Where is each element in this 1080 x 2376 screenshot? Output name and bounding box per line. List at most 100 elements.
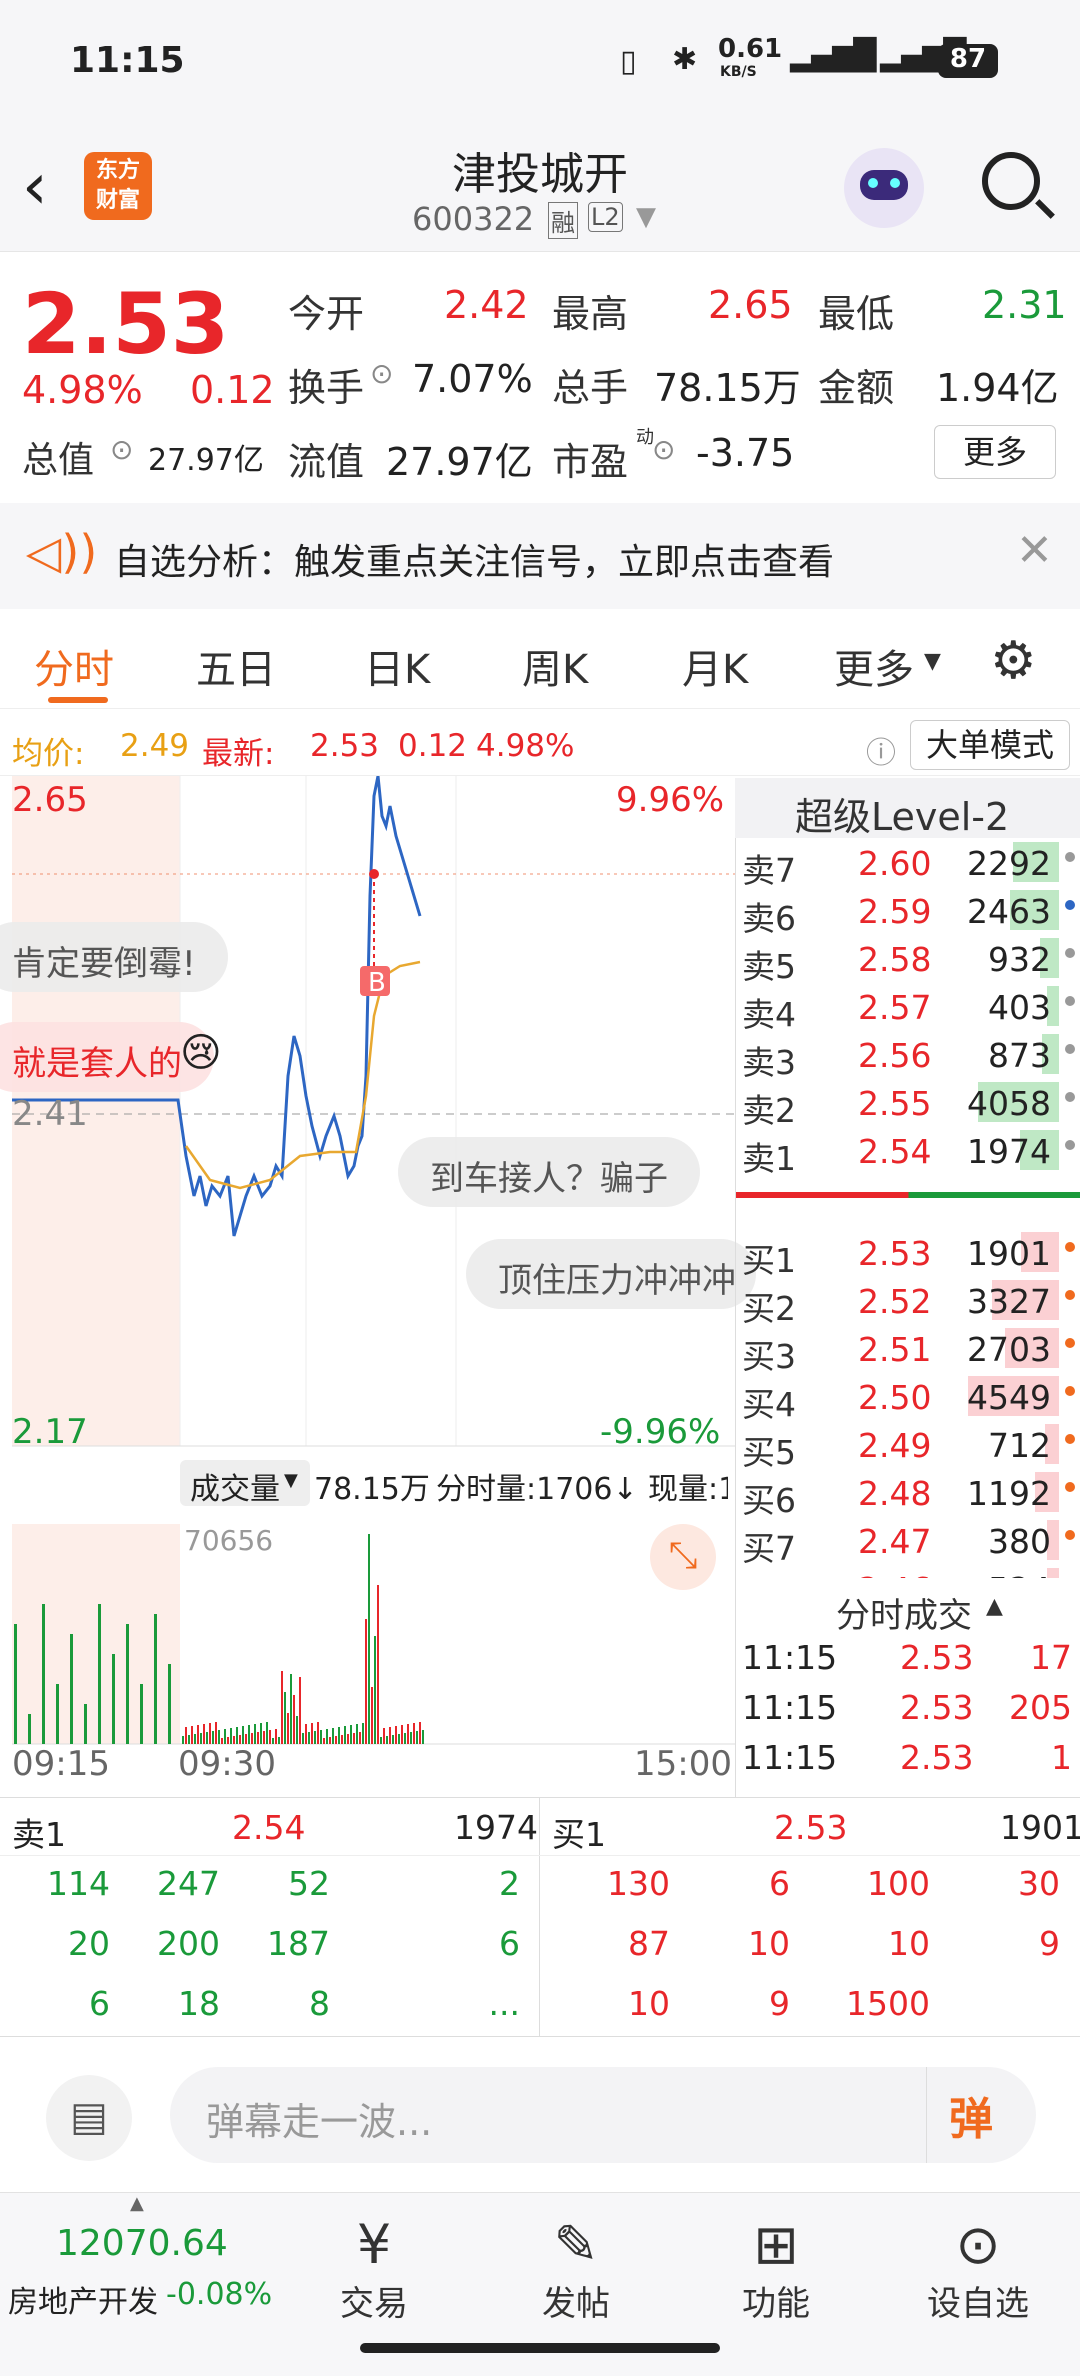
sell-queue-cell: 8	[309, 1984, 330, 2023]
search-icon[interactable]	[982, 152, 1055, 219]
tab-weekly-k[interactable]: 周K	[522, 637, 588, 695]
chevron-down-icon: ▼	[924, 649, 941, 674]
ask-row[interactable]: 卖2 2.55 4058	[736, 1078, 1080, 1130]
book-price: 2.55	[858, 1084, 932, 1123]
buy-queue-cell: 9	[769, 1984, 790, 2023]
ask-row[interactable]: 卖5 2.58 932	[736, 934, 1080, 986]
dropdown-icon[interactable]: ▼	[636, 202, 656, 232]
add-watchlist-button[interactable]: ⊙ 设自选	[908, 2213, 1048, 2325]
sell-queue-cell: 2	[499, 1864, 520, 1903]
battery-icon: 87	[938, 44, 998, 78]
volume-bar	[302, 1733, 304, 1744]
info-icon[interactable]: ⊙	[370, 357, 393, 390]
book-price: 2.49	[858, 1426, 932, 1465]
volume-bar	[266, 1722, 268, 1744]
book-level-label: 买2	[742, 1289, 796, 1328]
vol-label: 总手	[552, 366, 629, 410]
sell-queue-cell: 200	[157, 1924, 220, 1963]
info-icon[interactable]: ⊙	[652, 433, 675, 466]
speaker-icon: ◁))	[26, 525, 98, 579]
bid-row[interactable]: 买3 2.51 2703	[736, 1324, 1080, 1376]
tab-5day[interactable]: 五日	[196, 637, 276, 695]
post-button[interactable]: ✎ 发帖	[506, 2213, 646, 2325]
edit-icon: ✎	[553, 2213, 599, 2276]
volume-bar	[200, 1733, 202, 1744]
tick-time: 11:15	[742, 1688, 838, 1727]
bid-row[interactable]: 买2 2.52 3327	[736, 1276, 1080, 1328]
gear-icon[interactable]: ⚙	[990, 631, 1037, 691]
ask-row[interactable]: 卖1 2.54 1974	[736, 1126, 1080, 1178]
ask-row[interactable]: 卖7 2.60 2292	[736, 838, 1080, 890]
yen-icon: ¥	[356, 2213, 392, 2276]
sell-queue-cell: ...	[488, 1984, 520, 2023]
status-dot	[1065, 1386, 1075, 1396]
volume-bar	[416, 1731, 418, 1744]
bid-row[interactable]: 买7 2.47 380	[736, 1516, 1080, 1568]
bid-row[interactable]: 买5 2.49 712	[736, 1420, 1080, 1472]
change-amt: 0.12	[190, 368, 275, 412]
top-price-label: 2.65	[12, 780, 88, 820]
buy-queue-cell: 100	[867, 1864, 930, 1903]
help-icon[interactable]: ⓘ	[866, 728, 896, 772]
time-label-start: 09:15	[12, 1744, 110, 1784]
ask-row[interactable]: 卖6 2.59 2463	[736, 886, 1080, 938]
volume-bar	[98, 1604, 101, 1744]
bid-row[interactable]: 买6 2.48 1192	[736, 1468, 1080, 1520]
volume-bar	[224, 1729, 226, 1744]
level2-header: 超级Level-2	[735, 778, 1080, 839]
volume-bar	[233, 1736, 235, 1744]
danmu-bubble[interactable]: 肯定要倒霉!	[0, 922, 228, 992]
time-label-close: 15:00	[634, 1744, 732, 1784]
book-price: 2.46	[858, 1570, 931, 1578]
bottom-nav: ▲ 12070.64 房地产开发 -0.08% ¥ 交易 ✎ 发帖 ⊞ 功能 ⊙ 设自选	[0, 2192, 1080, 2376]
chevron-up-icon: ▲	[986, 1594, 1003, 1619]
volume-bar	[395, 1726, 397, 1744]
stock-code: 600322	[412, 200, 535, 238]
signal-banner[interactable]: ◁)) 自选分析：触发重点关注信号，立即点击查看 ✕	[0, 503, 1080, 609]
float-value: 27.97亿	[386, 440, 533, 484]
bid-row[interactable]: 买1 2.53 1901	[736, 1228, 1080, 1280]
big-order-mode-button[interactable]: 大单模式	[910, 720, 1070, 770]
volume-bar	[215, 1722, 217, 1744]
ask-row[interactable]: 卖4 2.57 403	[736, 982, 1080, 1034]
buy-queue-cell: 6	[769, 1864, 790, 1903]
danmu-bubble[interactable]: 顶住压力冲冲冲	[466, 1239, 756, 1309]
divider	[0, 1855, 1080, 1856]
info-icon[interactable]: ⊙	[110, 433, 133, 466]
bid-row[interactable]: 买4 2.50 4549	[736, 1372, 1080, 1424]
robot-avatar[interactable]	[844, 148, 924, 228]
high-label: 最高	[552, 292, 629, 336]
banner-text[interactable]: 自选分析：触发重点关注信号，立即点击查看	[114, 533, 834, 585]
close-icon[interactable]: ✕	[1016, 525, 1053, 576]
more-button[interactable]: 更多	[934, 425, 1056, 479]
more-dots-icon: ⊙	[955, 2213, 1001, 2276]
tab-daily-k[interactable]: 日K	[364, 637, 430, 695]
danmu-send-button[interactable]: 弹	[926, 2067, 1036, 2163]
volume-bar	[185, 1727, 187, 1744]
tab-intraday[interactable]: 分时	[34, 637, 114, 695]
trade-button[interactable]: ¥ 交易	[304, 2213, 444, 2325]
status-dot	[1065, 1530, 1075, 1540]
danmu-settings-icon[interactable]: ▤	[46, 2075, 132, 2161]
tab-monthly-k[interactable]: 月K	[682, 637, 748, 695]
volume-bar	[407, 1724, 409, 1744]
top-pct-label: 9.96%	[616, 780, 725, 820]
book-price: 2.48	[858, 1474, 932, 1513]
bid-row[interactable]: 买8 2.46 524	[736, 1564, 1080, 1578]
sector-name[interactable]: 房地产开发	[8, 2277, 158, 2321]
stock-header: ‹ 东方 财富 津投城开 600322 融 L2 ▼	[0, 130, 1080, 252]
sector-change[interactable]: -0.08%	[166, 2277, 272, 2312]
volume-bar	[410, 1732, 412, 1744]
danmu-bubble[interactable]: 到车接人？骗子	[398, 1137, 700, 1207]
tab-more[interactable]: 更多	[834, 637, 914, 695]
functions-button[interactable]: ⊞ 功能	[706, 2213, 846, 2325]
danmu-input[interactable]: 弹幕走一波... 弹	[170, 2067, 1036, 2163]
quote-panel: 2.53 4.98% 0.12 总值 ⊙ 27.97亿 今开 2.42 最高 2…	[0, 253, 1080, 503]
expand-icon[interactable]: ⤡	[650, 1524, 716, 1590]
home-indicator[interactable]	[360, 2343, 720, 2353]
sector-index[interactable]: 12070.64	[56, 2223, 228, 2264]
ask-row[interactable]: 卖3 2.56 873	[736, 1030, 1080, 1082]
volume-bar	[218, 1730, 220, 1744]
volume-selector[interactable]: 成交量 ▼	[180, 1460, 310, 1507]
ticks-title[interactable]: 分时成交	[836, 1588, 972, 1637]
